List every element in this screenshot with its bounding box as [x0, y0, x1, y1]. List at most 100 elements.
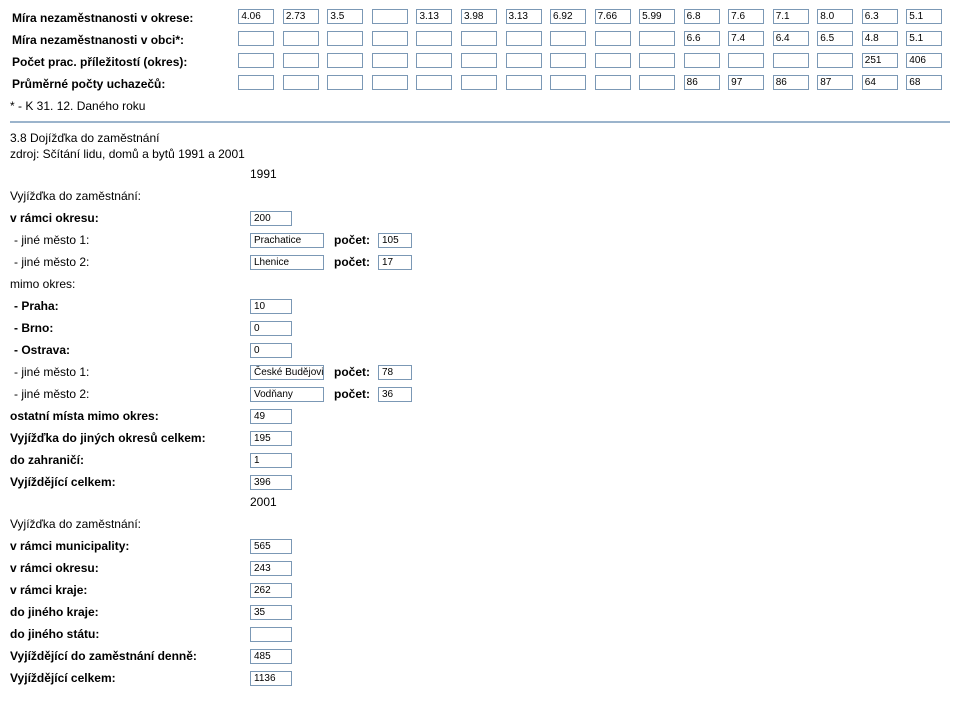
stat-cell [461, 31, 497, 46]
section-divider [10, 121, 950, 123]
year-1991-label: 1991 [250, 167, 950, 181]
stat-cell: 3.5 [327, 9, 363, 24]
r1991-value-field: 1 [250, 453, 292, 468]
stat-cell: 7.4 [728, 31, 764, 46]
stat-cell: 6.5 [817, 31, 853, 46]
r1991-value-field: 0 [250, 321, 292, 336]
r2001-label: v rámci okresu: [10, 561, 250, 575]
stat-cell [461, 53, 497, 68]
stat-cell: 6.3 [862, 9, 898, 24]
year-2001-label: 2001 [250, 495, 950, 509]
stat-cell: 5.1 [906, 31, 942, 46]
r1991-city-field: Prachatice [250, 233, 324, 248]
r2001-label: do jiného kraje: [10, 605, 250, 619]
stat-cell [595, 75, 631, 90]
r1991-value-field: 200 [250, 211, 292, 226]
stat-cell [639, 31, 675, 46]
stat-cell: 86 [773, 75, 809, 90]
count-label: počet: [334, 255, 370, 269]
stat-cell [283, 53, 319, 68]
r1991-label: - Praha: [10, 299, 250, 313]
stat-cell: 2.73 [283, 9, 319, 24]
stat-cell [639, 53, 675, 68]
stat-cell: 5.1 [906, 9, 942, 24]
stat-cell: 6.6 [684, 31, 720, 46]
r1991-city-field: České Budějovi [250, 365, 324, 380]
top-row-label: Počet prac. příležitostí (okres): [12, 52, 235, 72]
r2001-label: Vyjíždějící celkem: [10, 671, 250, 685]
r1991-label: - jiné město 1: [10, 233, 250, 247]
stat-cell [550, 53, 586, 68]
stat-cell: 7.6 [728, 9, 764, 24]
stat-cell: 87 [817, 75, 853, 90]
r2001-value-field [250, 627, 292, 642]
r1991-label: mimo okres: [10, 277, 250, 291]
stat-cell: 406 [906, 53, 942, 68]
r1991-value-field: 49 [250, 409, 292, 424]
stat-cell: 97 [728, 75, 764, 90]
r1991-count-field: 17 [378, 255, 412, 270]
stat-cell [372, 75, 408, 90]
stat-cell: 3.13 [506, 9, 542, 24]
r1991-label: v rámci okresu: [10, 211, 250, 225]
stat-cell [372, 9, 408, 24]
stat-cell [238, 53, 274, 68]
stat-cell [773, 53, 809, 68]
stat-cell: 7.1 [773, 9, 809, 24]
stat-cell [372, 53, 408, 68]
stat-cell [550, 75, 586, 90]
r1991-label: - Ostrava: [10, 343, 250, 357]
r1991-label: do zahraničí: [10, 453, 250, 467]
stat-cell [817, 53, 853, 68]
stat-cell: 4.8 [862, 31, 898, 46]
stat-cell [327, 31, 363, 46]
stat-cell [416, 31, 452, 46]
top-row-label: Míra nezaměstnanosti v okrese: [12, 8, 235, 28]
stat-cell [595, 53, 631, 68]
stat-cell: 4.06 [238, 9, 274, 24]
r1991-label: - jiné město 2: [10, 255, 250, 269]
stat-cell: 6.4 [773, 31, 809, 46]
r1991-count-field: 78 [378, 365, 412, 380]
stat-cell: 86 [684, 75, 720, 90]
r2001-label: Vyjíždějící do zaměstnání denně: [10, 649, 250, 663]
stat-cell [506, 53, 542, 68]
r2001-label: v rámci municipality: [10, 539, 250, 553]
stat-cell: 6.92 [550, 9, 586, 24]
stat-cell: 8.0 [817, 9, 853, 24]
r1991-label: - jiné město 2: [10, 387, 250, 401]
r2001-label: v rámci kraje: [10, 583, 250, 597]
r2001-label: do jiného státu: [10, 627, 250, 641]
r1991-count-field: 36 [378, 387, 412, 402]
commute-subhead-1991: Vyjížďka do zaměstnání: [10, 189, 250, 203]
stat-cell: 3.13 [416, 9, 452, 24]
stat-cell [283, 75, 319, 90]
stat-cell [595, 31, 631, 46]
stat-cell [684, 53, 720, 68]
top-row-label: Míra nezaměstnanosti v obci*: [12, 30, 235, 50]
stat-cell: 6.8 [684, 9, 720, 24]
r1991-label: - Brno: [10, 321, 250, 335]
stat-cell [327, 53, 363, 68]
stat-cell [416, 53, 452, 68]
r1991-label: - jiné město 1: [10, 365, 250, 379]
commute-subhead-2001: Vyjížďka do zaměstnání: [10, 517, 250, 531]
count-label: počet: [334, 233, 370, 247]
r2001-value-field: 485 [250, 649, 292, 664]
r1991-city-field: Lhenice [250, 255, 324, 270]
r1991-value-field: 0 [250, 343, 292, 358]
stat-cell: 64 [862, 75, 898, 90]
r1991-label: Vyjíždějící celkem: [10, 475, 250, 489]
r2001-value-field: 243 [250, 561, 292, 576]
stat-cell: 5.99 [639, 9, 675, 24]
footnote: * - K 31. 12. Daného roku [10, 96, 950, 117]
section-3-8-source: zdroj: Sčítání lidu, domů a bytů 1991 a … [10, 147, 950, 161]
top-row-label: Průměrné počty uchazečů: [12, 74, 235, 94]
stat-cell [283, 31, 319, 46]
stat-cell [238, 31, 274, 46]
stat-cell [238, 75, 274, 90]
stat-cell [550, 31, 586, 46]
stat-cell: 7.66 [595, 9, 631, 24]
stat-cell [372, 31, 408, 46]
stat-cell: 3.98 [461, 9, 497, 24]
